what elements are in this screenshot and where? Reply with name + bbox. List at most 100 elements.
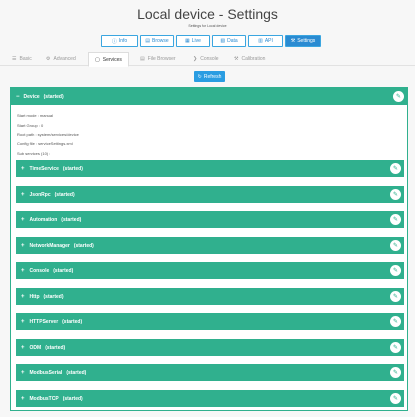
info-button-label: Info <box>118 38 128 44</box>
device-name: Device <box>23 93 40 100</box>
service-state: (started) <box>61 216 82 223</box>
refresh-button-label: Refresh <box>203 73 222 80</box>
service-state: (started) <box>62 165 83 172</box>
service-name: ODM <box>29 344 42 351</box>
service-name: Http <box>29 293 40 300</box>
tab-advanced[interactable]: ⚙ Advanced <box>46 52 76 66</box>
edit-service-button[interactable]: ✎ <box>390 342 401 353</box>
service-row-httpserver[interactable]: + HTTPServer (started) ✎ <box>16 313 404 330</box>
tab-advanced-label: Advanced <box>53 56 76 62</box>
service-name: Automation <box>29 216 58 223</box>
settings-button-label: Settings <box>297 38 316 44</box>
pencil-icon: ✎ <box>392 294 399 300</box>
service-row-modbustcp[interactable]: + ModbusTCP (started) ✎ <box>16 390 404 407</box>
pencil-icon: ✎ <box>395 94 402 100</box>
service-row-timeservice[interactable]: + TimeService (started) ✎ <box>16 160 404 177</box>
device-state: (started) <box>43 93 64 100</box>
service-state: (started) <box>53 267 74 274</box>
edit-service-button[interactable]: ✎ <box>390 316 401 327</box>
services-icon: ▢ <box>95 56 100 63</box>
service-row-modbusserial[interactable]: + ModbusSerial (started) ✎ <box>16 364 404 381</box>
expand-icon: + <box>21 165 25 172</box>
tab-console-label: Console <box>200 56 219 62</box>
expand-icon: + <box>21 344 25 351</box>
service-state: (started) <box>43 293 64 300</box>
edit-service-button[interactable]: ✎ <box>390 189 401 200</box>
pencil-icon: ✎ <box>392 268 399 274</box>
service-row-console[interactable]: + Console (started) ✎ <box>16 262 404 279</box>
edit-service-button[interactable]: ✎ <box>390 214 401 225</box>
settings-tabs: ☰ Basic ⚙ Advanced ▢ Services ▤ File Browser… <box>0 52 415 67</box>
pencil-icon: ✎ <box>392 217 399 223</box>
api-button-label: API <box>264 38 273 44</box>
service-name: HTTPServer <box>29 318 59 325</box>
pencil-icon: ✎ <box>392 243 399 249</box>
edit-service-button[interactable]: ✎ <box>390 265 401 276</box>
service-state: (started) <box>45 344 66 351</box>
edit-service-button[interactable]: ✎ <box>390 291 401 302</box>
service-row-http[interactable]: + Http (started) ✎ <box>16 288 404 305</box>
refresh-button[interactable]: ↻ Refresh <box>194 71 225 82</box>
list-icon: ☰ <box>12 56 17 62</box>
service-name: JsonRpc <box>29 191 51 198</box>
tab-basic-label: Basic <box>19 56 32 62</box>
folder-icon: ▤ <box>145 38 151 44</box>
file-icon: ▧ <box>220 38 226 44</box>
edit-service-button[interactable]: ✎ <box>390 393 401 404</box>
refresh-icon: ↻ <box>197 73 202 80</box>
expand-icon: + <box>21 267 25 274</box>
info-button[interactable]: ⓘ Info <box>101 35 138 47</box>
service-state: (started) <box>54 191 75 198</box>
service-row-jsonrpc[interactable]: + JsonRpc (started) ✎ <box>16 186 404 203</box>
edit-service-button[interactable]: ✎ <box>390 367 401 378</box>
browse-button[interactable]: ▤ Browse <box>140 35 174 47</box>
expand-icon: + <box>21 242 25 249</box>
expand-icon: + <box>21 293 25 300</box>
data-button-label: Data <box>227 38 238 44</box>
tab-console[interactable]: ❯ Console <box>193 52 219 66</box>
edit-service-button[interactable]: ✎ <box>390 240 401 251</box>
collapse-icon[interactable]: − <box>16 94 20 100</box>
service-name: TimeService <box>29 165 59 172</box>
start-group: Start Group : 0 <box>17 123 44 128</box>
service-name: NetworkManager <box>29 242 70 249</box>
wrench-icon: ⚒ <box>290 38 296 44</box>
edit-service-button[interactable]: ✎ <box>390 163 401 174</box>
live-button-label: Live <box>191 38 201 44</box>
device-header[interactable]: − Device (started) ✎ <box>11 88 407 105</box>
folder-icon: ▤ <box>140 56 145 62</box>
device-panel: − Device (started) ✎ Start mode : manual… <box>10 87 408 411</box>
expand-icon: + <box>21 318 25 325</box>
service-name: ModbusTCP <box>29 395 59 402</box>
edit-device-button[interactable]: ✎ <box>393 91 404 102</box>
tab-file-browser[interactable]: ▤ File Browser <box>140 52 176 66</box>
tab-calibration[interactable]: ⚒ Calibration <box>234 52 265 66</box>
config-file: Config file : serviceSettings.xml <box>17 141 73 146</box>
service-row-automation[interactable]: + Automation (started) ✎ <box>16 211 404 228</box>
service-state: (started) <box>66 369 87 376</box>
tab-basic[interactable]: ☰ Basic <box>12 52 32 66</box>
pencil-icon: ✎ <box>392 345 399 351</box>
pencil-icon: ✎ <box>392 396 399 402</box>
api-button[interactable]: ▥ API <box>248 35 283 47</box>
tab-calibration-label: Calibration <box>241 56 266 62</box>
live-button[interactable]: ▦ Live <box>176 35 210 47</box>
service-row-networkmanager[interactable]: + NetworkManager (started) ✎ <box>16 237 404 254</box>
expand-icon: + <box>21 369 25 376</box>
pencil-icon: ✎ <box>392 166 399 172</box>
live-icon: ▦ <box>185 38 190 44</box>
tab-services[interactable]: ▢ Services <box>88 52 129 67</box>
api-icon: ▥ <box>258 38 263 44</box>
wrench-icon: ⚒ <box>234 56 239 62</box>
start-mode: Start mode : manual <box>17 113 54 118</box>
root-path: Root path : system/services/device <box>17 132 79 137</box>
gear-icon: ⚙ <box>46 56 51 62</box>
expand-icon: + <box>21 191 25 198</box>
service-state: (started) <box>62 318 83 325</box>
terminal-icon: ❯ <box>193 56 198 62</box>
service-name: Console <box>29 267 50 274</box>
data-button[interactable]: ▧ Data <box>212 35 246 47</box>
tab-file-browser-label: File Browser <box>147 56 176 62</box>
service-row-odm[interactable]: + ODM (started) ✎ <box>16 339 404 356</box>
settings-button[interactable]: ⚒ Settings <box>285 35 321 47</box>
